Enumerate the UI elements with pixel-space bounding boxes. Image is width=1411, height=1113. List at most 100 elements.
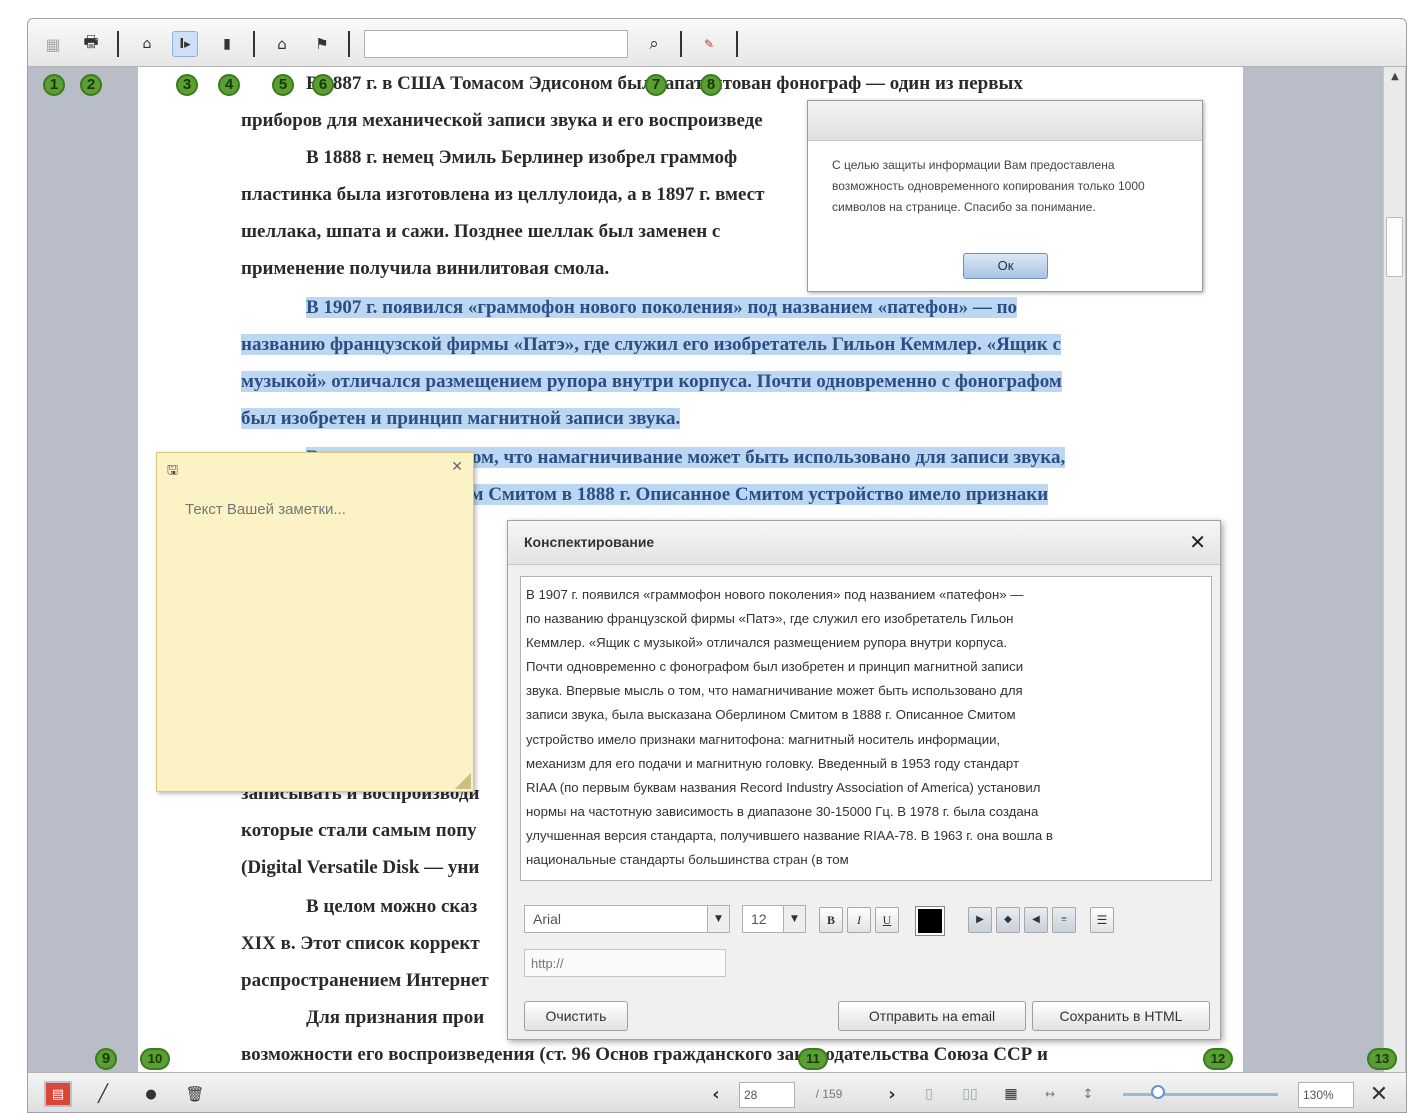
pencil-icon[interactable]: ╱ xyxy=(90,1081,116,1107)
summary-text-line: нормы на частотную зависимость в диапазо… xyxy=(526,803,1039,819)
url-input[interactable] xyxy=(524,949,726,977)
callout-marker: 7 xyxy=(645,74,667,96)
list-icon[interactable]: ☰ xyxy=(1090,907,1114,933)
alert-message: С целью защиты информации Вам предоставл… xyxy=(832,158,1145,214)
single-page-icon[interactable]: ▯ xyxy=(917,1081,941,1107)
note-text-placeholder[interactable]: Текст Вашей заметки... xyxy=(185,501,346,518)
dialog-close-icon[interactable]: ✕ xyxy=(1189,530,1206,554)
callout-marker: 1 xyxy=(43,74,65,96)
align-left-icon[interactable]: ▶ xyxy=(968,907,992,933)
two-page-icon[interactable]: ▯▯ xyxy=(958,1081,982,1107)
top-toolbar: ▦ 🖶 ⌂ I▸ ▮ ⌂ ⚑ ⌕ ✎ xyxy=(28,19,1406,67)
search-input[interactable] xyxy=(364,30,628,58)
sticky-note[interactable]: 🖫 ✕ Текст Вашей заметки... xyxy=(156,452,474,792)
alert-ok-button[interactable]: Ок xyxy=(963,253,1048,279)
font-size-select[interactable]: 12 ▼ xyxy=(742,905,806,933)
send-email-button[interactable]: Отправить на email xyxy=(838,1001,1026,1031)
chevron-down-icon: ▼ xyxy=(707,906,729,932)
callout-marker: 10 xyxy=(140,1048,170,1070)
toolbar-divider xyxy=(253,31,255,57)
callout-marker: 12 xyxy=(1203,1048,1233,1070)
notes-icon[interactable]: ▤ xyxy=(44,1081,72,1107)
summary-text-line: по названию французской фирмы «Патэ», гд… xyxy=(526,611,1014,627)
callout-marker: 8 xyxy=(700,74,722,96)
toolbar-divider xyxy=(348,31,350,57)
page-line-highlighted: названию французской фирмы «Патэ», где с… xyxy=(241,334,1061,355)
callout-marker: 13 xyxy=(1367,1048,1397,1070)
callout-marker: 3 xyxy=(176,74,198,96)
eraser-icon[interactable]: ● xyxy=(138,1081,164,1107)
underline-button[interactable]: U xyxy=(875,907,899,933)
text-select-icon[interactable]: I▸ xyxy=(172,31,198,57)
page-line: возможности его воспроизведения (ст. 96 … xyxy=(241,1044,1048,1065)
font-family-value: Arial xyxy=(533,911,562,927)
summary-text-line: Почти одновременно с фонографом был изоб… xyxy=(526,659,1024,675)
callout-marker: 4 xyxy=(218,74,240,96)
toolbar-divider xyxy=(736,31,738,57)
callout-marker: 2 xyxy=(80,74,102,96)
scrollbar-thumb[interactable] xyxy=(1386,217,1403,277)
callout-marker: 9 xyxy=(95,1048,117,1070)
callout-marker: 6 xyxy=(312,74,334,96)
zoom-slider[interactable] xyxy=(1123,1093,1278,1096)
library-icon[interactable]: ⌂ xyxy=(269,31,295,57)
current-page-input[interactable] xyxy=(739,1082,795,1108)
alert-header xyxy=(808,101,1202,141)
page-line-highlighted: был изобретен и принцип магнитной записи… xyxy=(241,408,681,429)
grid-view-icon[interactable]: ▦ xyxy=(999,1081,1023,1107)
summary-text-line: механизм для его подачи и магнитную голо… xyxy=(526,755,1020,771)
fit-height-icon[interactable]: ↕ xyxy=(1076,1081,1100,1107)
bottom-toolbar: ▤ ╱ ● 🗑 ‹ / 159 › ▯ ▯▯ ▦ ↔ ↕ ✕ xyxy=(28,1072,1406,1112)
fit-width-icon[interactable]: ↔ xyxy=(1036,1081,1064,1107)
page-line-highlighted: В 1907 г. появился «граммофон нового пок… xyxy=(306,297,1018,318)
clear-button[interactable]: Очистить xyxy=(524,1001,628,1031)
copy-limit-alert: С целью защиты информации Вам предоставл… xyxy=(807,100,1203,292)
summary-text-line: улучшенная версия стандарта, получившего… xyxy=(526,827,1053,843)
page-icon[interactable]: ▮ xyxy=(214,31,240,57)
scroll-up-icon[interactable]: ▲ xyxy=(1384,67,1406,87)
zoom-slider-thumb[interactable] xyxy=(1150,1085,1165,1099)
toolbar-divider xyxy=(117,31,119,57)
thumbnails-icon[interactable]: ▦ xyxy=(40,31,66,57)
summary-text-line: звука. Впервые мысль о том, что намагнич… xyxy=(526,683,1023,699)
italic-button[interactable]: I xyxy=(847,907,871,933)
summary-text-line: Кеммлер. «Ящик с музыкой» отличался разм… xyxy=(526,635,1008,651)
align-right-icon[interactable]: ◀ xyxy=(1024,907,1048,933)
next-page-icon[interactable]: › xyxy=(882,1081,902,1107)
dialog-title: Конспектирование xyxy=(508,521,1220,565)
summary-text-line: национальные стандарты большинства стран… xyxy=(526,852,849,868)
toolbar-divider xyxy=(680,31,682,57)
summary-textarea[interactable]: В 1907 г. появился «граммофон нового пок… xyxy=(520,576,1212,881)
search-icon[interactable]: ⌕ xyxy=(641,31,667,57)
summary-text-line: В 1907 г. появился «граммофон нового пок… xyxy=(526,587,1024,602)
home-icon[interactable]: ⌂ xyxy=(134,31,160,57)
highlight-icon[interactable]: ✎ xyxy=(696,31,722,57)
page-line: В 1887 г. в США Томасом Эдисоном был зап… xyxy=(306,73,1023,94)
summary-text-line: записи звука, была высказана Оберлином С… xyxy=(526,707,1016,723)
vertical-scrollbar[interactable]: ▲ xyxy=(1383,67,1405,1072)
bookmark-icon[interactable]: ⚑ xyxy=(309,31,335,57)
trash-icon[interactable]: 🗑 xyxy=(182,1081,208,1107)
font-family-select[interactable]: Arial ▼ xyxy=(524,905,730,933)
align-center-icon[interactable]: ◆ xyxy=(996,907,1020,933)
print-icon[interactable]: 🖶 xyxy=(78,31,104,57)
summary-text-line: устройство имело признаки магнитофона: м… xyxy=(526,731,1001,747)
callout-marker: 11 xyxy=(798,1048,828,1070)
text-color-picker[interactable] xyxy=(915,906,945,936)
callout-marker: 5 xyxy=(272,74,294,96)
note-save-icon[interactable]: 🖫 xyxy=(167,461,178,483)
bold-button[interactable]: B xyxy=(819,907,843,933)
summary-text-line: RIAA (по первым буквам названия Record I… xyxy=(526,779,1041,795)
zoom-input[interactable] xyxy=(1298,1082,1354,1108)
font-size-value: 12 xyxy=(751,911,767,927)
prev-page-icon[interactable]: ‹ xyxy=(706,1081,726,1107)
chevron-down-icon: ▼ xyxy=(783,906,805,932)
save-html-button[interactable]: Сохранить в HTML xyxy=(1032,1001,1210,1031)
summary-dialog: Конспектирование ✕ В 1907 г. появился «г… xyxy=(507,520,1221,1040)
page-line-highlighted: музыкой» отличался размещением рупора вн… xyxy=(241,371,1062,392)
note-resize-handle[interactable] xyxy=(455,773,471,789)
close-icon[interactable]: ✕ xyxy=(1366,1081,1392,1107)
align-justify-icon[interactable]: ≡ xyxy=(1052,907,1076,933)
note-close-icon[interactable]: ✕ xyxy=(451,459,463,475)
total-pages: / 159 xyxy=(815,1087,843,1101)
